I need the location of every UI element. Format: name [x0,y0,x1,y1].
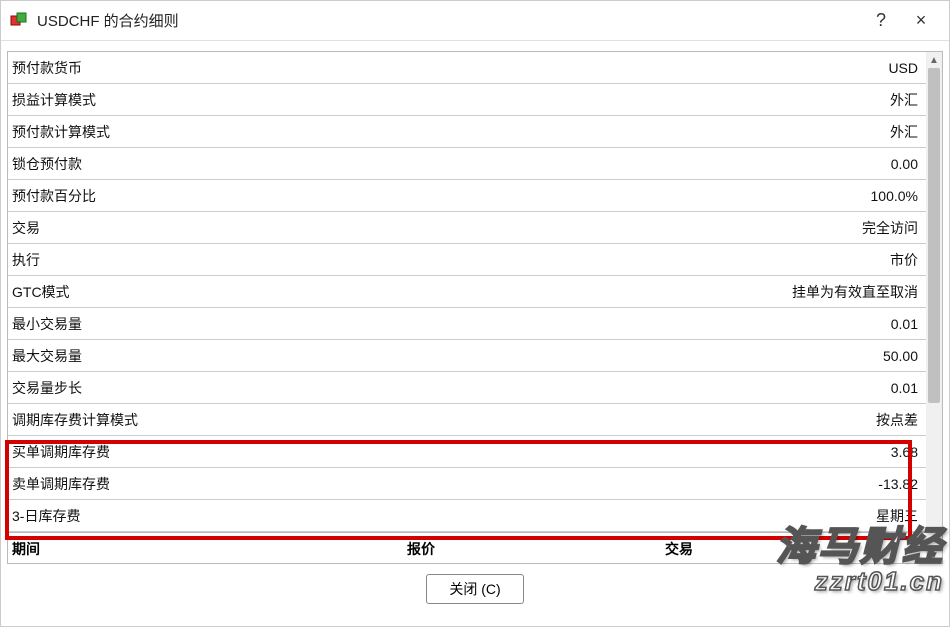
row-value: 0.01 [891,380,920,396]
row-label: 执行 [12,250,890,270]
row-label: 预付款货币 [12,58,888,78]
row-value: 按点差 [876,410,920,430]
row-value: 市价 [890,250,920,270]
row-label: 最大交易量 [12,346,883,366]
content-area: 预付款货币USD 损益计算模式外汇 预付款计算模式外汇 锁仓预付款0.00 预付… [1,41,949,626]
row-value: 0.01 [891,316,920,332]
column-header-quote: 报价 [407,539,665,559]
close-icon: × [916,10,927,31]
row-label: 最小交易量 [12,314,891,334]
row-value: 完全访问 [862,218,920,238]
row-label: 交易 [12,218,862,238]
close-window-button[interactable]: × [901,1,941,41]
dialog-window: USDCHF 的合约细则 ? × 预付款货币USD 损益计算模式外汇 预付款计算… [0,0,950,627]
row-value: 50.00 [883,348,920,364]
row-label: 锁仓预付款 [12,154,891,174]
table-row: 调期库存费计算模式按点差 [8,404,926,436]
column-header-trade: 交易 [665,539,922,559]
vertical-scrollbar[interactable]: ▲ ▼ [926,52,942,563]
table-row: 预付款计算模式外汇 [8,116,926,148]
column-header-row: 期间 报价 交易 [8,532,926,563]
row-label: 卖单调期库存费 [12,474,878,494]
table-row: 最小交易量0.01 [8,308,926,340]
row-value: 挂单为有效直至取消 [792,282,920,302]
row-value: 外汇 [890,122,920,142]
row-value: 星期三 [876,506,920,526]
help-icon: ? [876,10,886,31]
details-grid-wrap: 预付款货币USD 损益计算模式外汇 预付款计算模式外汇 锁仓预付款0.00 预付… [7,51,943,564]
table-row: 损益计算模式外汇 [8,84,926,116]
table-row: 卖单调期库存费-13.82 [8,468,926,500]
help-button[interactable]: ? [861,1,901,41]
table-row: 交易完全访问 [8,212,926,244]
row-label: 损益计算模式 [12,90,890,110]
details-grid: 预付款货币USD 损益计算模式外汇 预付款计算模式外汇 锁仓预付款0.00 预付… [8,52,926,563]
scroll-down-icon[interactable]: ▼ [926,547,942,563]
window-title: USDCHF 的合约细则 [37,10,861,31]
row-label: 交易量步长 [12,378,891,398]
close-button[interactable]: 关闭 (C) [426,574,523,604]
table-row: 交易量步长0.01 [8,372,926,404]
row-value: -13.82 [878,476,920,492]
row-label: 调期库存费计算模式 [12,410,876,430]
row-label: GTC模式 [12,282,792,302]
table-row: 锁仓预付款0.00 [8,148,926,180]
scroll-up-icon[interactable]: ▲ [926,52,942,68]
table-row: 3-日库存费星期三 [8,500,926,532]
row-label: 3-日库存费 [12,506,876,526]
table-row: 买单调期库存费3.68 [8,436,926,468]
scrollbar-thumb[interactable] [928,68,940,403]
table-row: 最大交易量50.00 [8,340,926,372]
dialog-footer: 关闭 (C) [7,564,943,618]
row-value: 100.0% [871,188,920,204]
titlebar: USDCHF 的合约细则 ? × [1,1,949,41]
row-label: 预付款百分比 [12,186,871,206]
table-row: 预付款百分比100.0% [8,180,926,212]
column-header-period: 期间 [12,539,407,559]
table-row: GTC模式挂单为有效直至取消 [8,276,926,308]
table-row: 执行市价 [8,244,926,276]
app-icon [9,11,29,31]
row-value: 3.68 [891,444,920,460]
scrollbar-track[interactable] [926,68,942,547]
row-label: 买单调期库存费 [12,442,891,462]
row-value: 0.00 [891,156,920,172]
row-value: USD [888,60,920,76]
table-row: 预付款货币USD [8,52,926,84]
row-value: 外汇 [890,90,920,110]
row-label: 预付款计算模式 [12,122,890,142]
